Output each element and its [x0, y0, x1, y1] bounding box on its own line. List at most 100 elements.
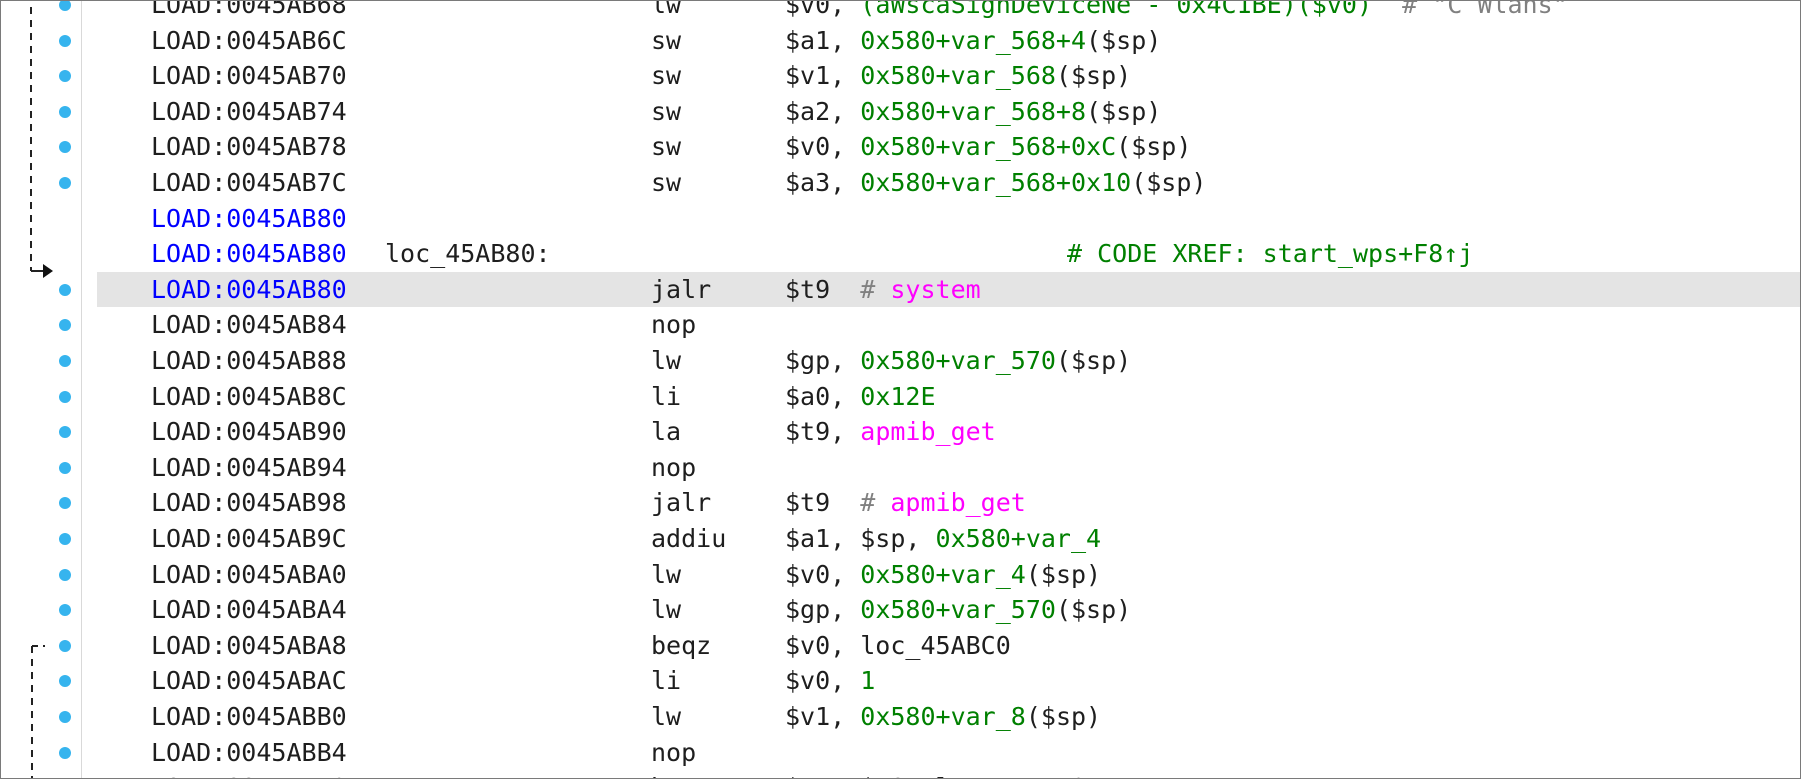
instruction-row[interactable]: LOAD:0045ABA8 beqz $v0, loc_45ABC0 — [97, 628, 1800, 663]
instruction-row[interactable]: LOAD:0045AB68 lw $v0, (aWscaSignDeviceNe -… — [97, 0, 1800, 22]
address: LOAD:0045AB90 — [151, 417, 347, 447]
breakpoint-dot-icon[interactable] — [59, 533, 71, 545]
comment-hash: # — [860, 274, 891, 304]
operand-offset: 0x12E — [860, 381, 936, 411]
address: LOAD:0045ABA8 — [151, 630, 347, 660]
instruction-row[interactable]: LOAD:0045AB70 sw $v1, 0x580+var_568($sp) — [97, 58, 1800, 93]
arrow-gutter — [1, 1, 82, 778]
breakpoint-dot-icon[interactable] — [59, 746, 71, 759]
breakpoint-dot-icon[interactable] — [59, 461, 71, 474]
address: LOAD:0045ABA4 — [151, 595, 347, 625]
instruction-row[interactable]: LOAD:0045AB6C sw $a1, 0x580+var_568+4($sp) — [97, 23, 1800, 58]
operand-register: $v0, — [785, 132, 861, 162]
operands: $v0, 0x580+var_568+0xC($sp) — [785, 129, 1191, 164]
mnemonic: nop — [651, 310, 697, 340]
address: LOAD:0045AB80 — [151, 203, 347, 233]
instruction-row[interactable]: LOAD:0045AB94 nop — [97, 450, 1800, 485]
code-listing[interactable]: LOAD:0045AB68 lw $v0, (aWscaSignDeviceNe -… — [81, 1, 1800, 778]
breakpoint-dot-icon[interactable] — [59, 355, 71, 367]
instruction-row[interactable]: LOAD:0045AB88 lw $gp, 0x580+var_570($sp) — [97, 343, 1800, 378]
address: LOAD:0045AB9C — [151, 524, 347, 553]
operands: $v1, $s0, loc_45ABE8 — [785, 770, 1086, 778]
flow-arrow-icon — [43, 264, 53, 278]
operand-offset: 0x580+var_568+0x10 — [860, 168, 1132, 197]
breakpoint-dot-icon[interactable] — [59, 390, 71, 403]
mnemonic: lw — [651, 0, 682, 19]
mnemonic: nop — [651, 452, 697, 482]
current-instruction-row[interactable]: LOAD:0045AB80 jalr $t9 # system — [97, 271, 1800, 307]
address: LOAD:0045AB8C — [151, 381, 347, 411]
mnemonic: nop — [651, 737, 697, 767]
breakpoint-dot-icon[interactable] — [59, 105, 71, 118]
instruction-row[interactable]: LOAD:0045ABA4 lw $gp, 0x580+var_570($sp) — [97, 592, 1800, 627]
operands: $v0, (aWscaSignDeviceNe - 0x4C1BE)($v0) … — [785, 1, 1568, 22]
instruction-row[interactable]: LOAD:0045ABB8 b $v1, $s0, loc_45ABE8 — [97, 770, 1800, 778]
operand-register: $a3, — [785, 168, 861, 197]
breakpoint-dot-icon[interactable] — [59, 34, 71, 47]
operand-register: $t9, — [785, 417, 861, 447]
comment-hash: # — [860, 488, 891, 518]
mnemonic: la — [651, 417, 682, 447]
address: LOAD:0045ABB4 — [151, 737, 347, 767]
operand-register: $v1, — [785, 61, 861, 91]
operand-register: $v0, loc_45ABC0 — [785, 630, 1011, 660]
operand-register: $t9 — [785, 274, 861, 304]
operand-offset: 0x580+var_4 — [935, 524, 1102, 553]
operands: $v0, 0x580+var_4($sp) — [785, 557, 1101, 592]
address: LOAD:0045AB88 — [151, 346, 347, 375]
disassembly-window: LOAD:0045AB68 lw $v0, (aWscaSignDeviceNe -… — [0, 0, 1801, 779]
breakpoint-dot-icon[interactable] — [59, 177, 71, 189]
operand-offset: 0x580+var_568+0xC — [860, 132, 1117, 162]
operand-register: $a1, $sp, — [785, 524, 936, 553]
instruction-row[interactable]: LOAD:0045AB80 — [97, 201, 1800, 236]
operand-base: ($sp) — [1116, 132, 1192, 162]
instruction-row[interactable]: LOAD:0045AB7C sw $a3, 0x580+var_568+0x10($… — [97, 165, 1800, 200]
operands: $a2, 0x580+var_568+8($sp) — [785, 94, 1161, 129]
operands: $gp, 0x580+var_570($sp) — [785, 343, 1131, 378]
instruction-row[interactable]: LOAD:0045AB80 loc_45AB80: # CODE XREF: sta… — [97, 236, 1800, 271]
mnemonic: lw — [651, 346, 682, 375]
operand-offset: 1 — [860, 666, 876, 696]
instruction-row[interactable]: LOAD:0045AB74 sw $a2, 0x580+var_568+8($sp) — [97, 94, 1800, 129]
breakpoint-dot-icon[interactable] — [59, 711, 71, 723]
address: LOAD:0045AB80 — [151, 239, 347, 269]
xref-comment: # CODE XREF: start_wps+F8↑j — [1067, 239, 1474, 269]
instruction-row[interactable]: LOAD:0045AB8C li $a0, 0x12E — [97, 379, 1800, 414]
code-label: loc_45AB80: — [385, 239, 551, 269]
operands: $gp, 0x580+var_570($sp) — [785, 592, 1131, 627]
breakpoint-dot-icon[interactable] — [59, 639, 71, 652]
operand-base: ($sp) — [1055, 61, 1132, 91]
operand-register: $v0, — [785, 666, 861, 696]
address: LOAD:0045AB7C — [151, 168, 347, 197]
address: LOAD:0045AB70 — [151, 61, 347, 91]
operand-register: $v1, — [785, 702, 861, 731]
instruction-row[interactable]: LOAD:0045AB90 la $t9, apmib_get — [97, 414, 1800, 449]
mnemonic: lw — [651, 595, 682, 625]
address: LOAD:0045AB74 — [151, 96, 347, 126]
mnemonic: lw — [651, 559, 682, 589]
operand-offset: 0x580+var_4 — [860, 559, 1026, 589]
operand-register: $a1, — [785, 25, 861, 55]
breakpoint-dot-icon[interactable] — [59, 283, 71, 296]
mnemonic: addiu — [651, 524, 727, 553]
address: LOAD:0045ABB0 — [151, 702, 347, 731]
operands: $a1, $sp, 0x580+var_4 — [785, 521, 1101, 556]
mnemonic: b — [651, 770, 666, 778]
mnemonic: sw — [651, 168, 682, 197]
instruction-row[interactable]: LOAD:0045AB78 sw $v0, 0x580+var_568+0xC($s… — [97, 129, 1800, 164]
operand-base: ($sp) — [1025, 702, 1102, 731]
instruction-row[interactable]: LOAD:0045AB84 nop — [97, 307, 1800, 342]
operands: $t9 # apmib_get — [785, 485, 1026, 520]
instruction-row[interactable]: LOAD:0045AB9C addiu $a1, $sp, 0x580+var_4 — [97, 521, 1800, 556]
instruction-row[interactable]: LOAD:0045AB98 jalr $t9 # apmib_get — [97, 485, 1800, 520]
operand-base: ($sp) — [1055, 595, 1132, 625]
address: LOAD:0045AB78 — [151, 132, 347, 162]
breakpoint-dot-icon[interactable] — [59, 568, 71, 581]
operands: $t9 # system — [785, 272, 981, 307]
operand-offset: 0x580+var_570 — [860, 595, 1056, 625]
instruction-row[interactable]: LOAD:0045ABAC li $v0, 1 — [97, 663, 1800, 698]
mnemonic: beqz — [651, 630, 712, 660]
instruction-row[interactable]: LOAD:0045ABB0 lw $v1, 0x580+var_8($sp) — [97, 699, 1800, 734]
instruction-row[interactable]: LOAD:0045ABB4 nop — [97, 735, 1800, 770]
instruction-row[interactable]: LOAD:0045ABA0 lw $v0, 0x580+var_4($sp) — [97, 557, 1800, 592]
